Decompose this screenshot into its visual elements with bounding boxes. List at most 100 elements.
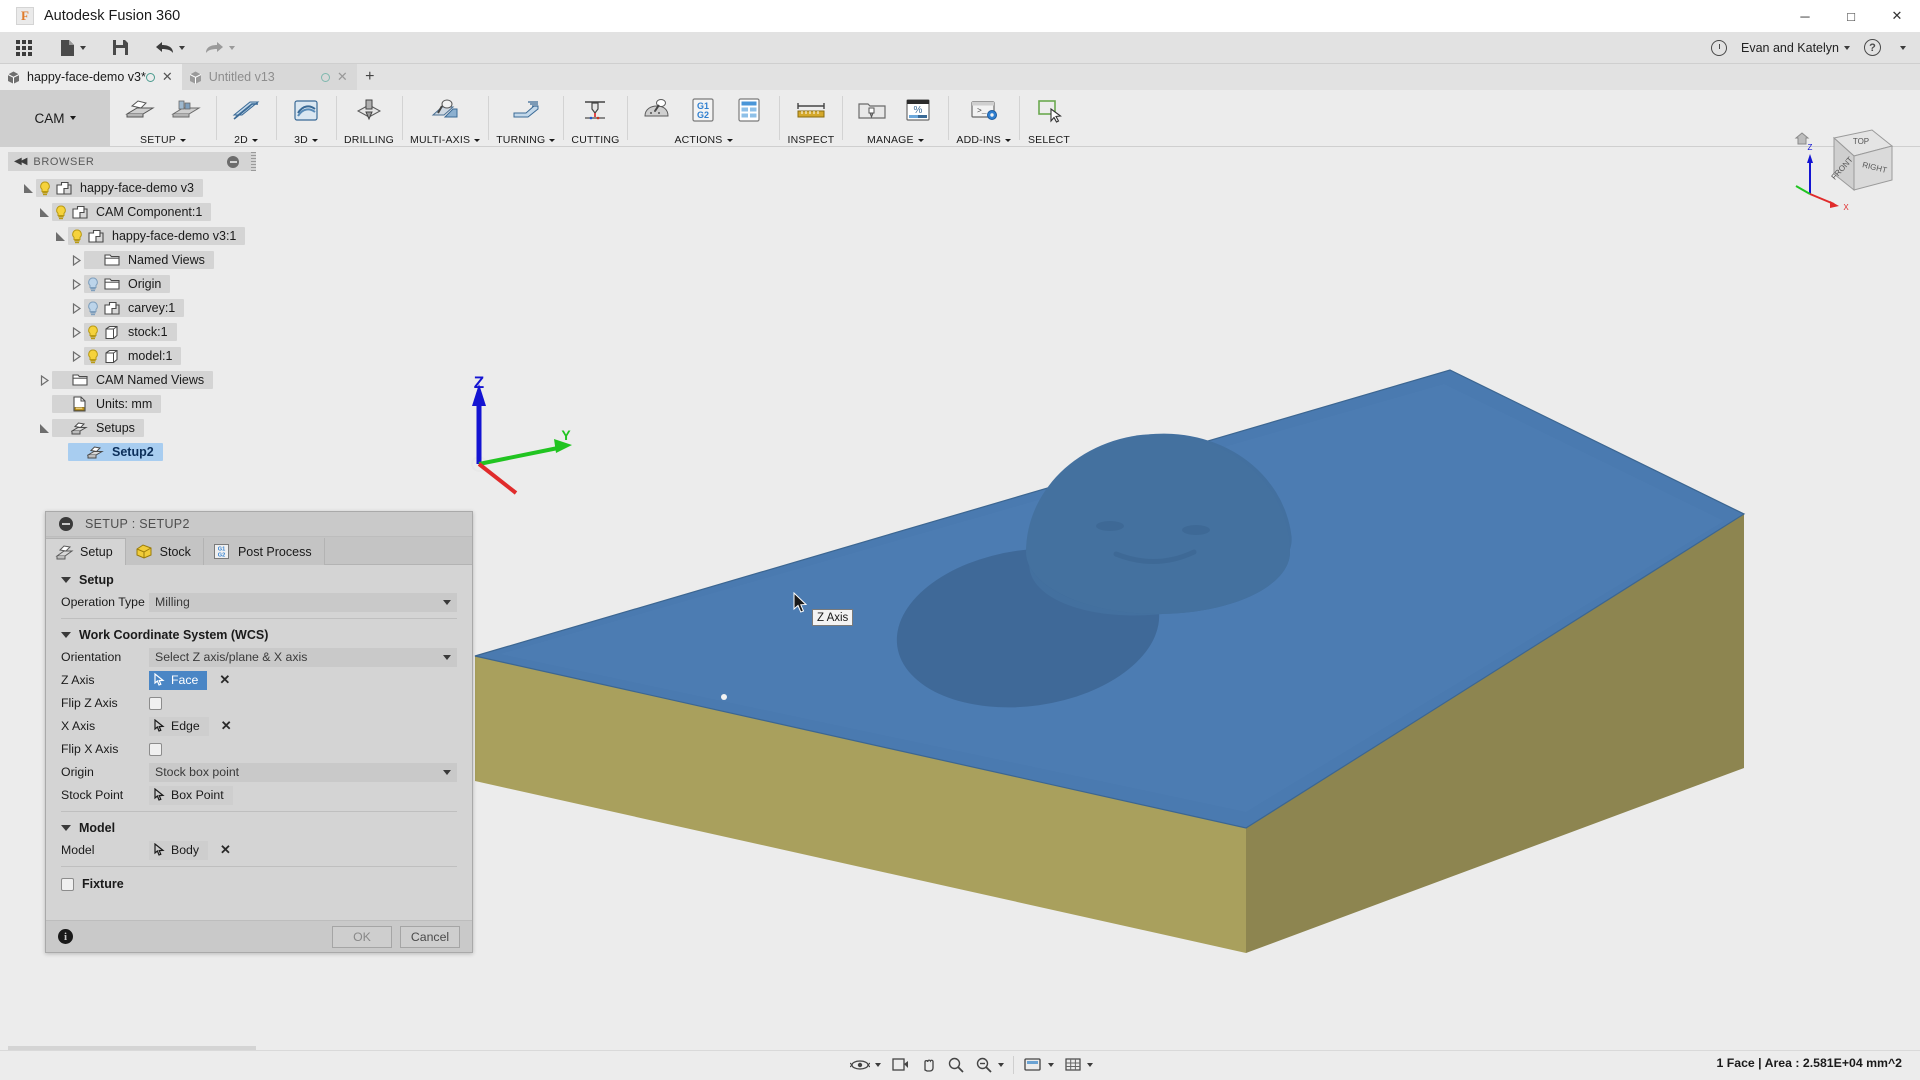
tree-item-units-mm[interactable]: Units: mm xyxy=(8,392,288,416)
ribbon-group-label[interactable]: MANAGE xyxy=(867,134,924,146)
ribbon-group-label[interactable]: MULTI-AXIS xyxy=(410,134,481,146)
toolpath-3d-button[interactable] xyxy=(284,93,328,127)
visibility-bulb-icon[interactable] xyxy=(84,299,102,317)
tree-item-origin[interactable]: Origin xyxy=(8,272,288,296)
tab-stock[interactable]: Stock xyxy=(126,538,204,565)
collapse-left-icon[interactable]: ◀◀ xyxy=(14,156,27,167)
select-orientation[interactable]: Select Z axis/plane & X axis xyxy=(149,647,457,667)
tree-item-named-views[interactable]: Named Views xyxy=(8,248,288,272)
tree-item-cam-named-views[interactable]: CAM Named Views xyxy=(8,368,288,392)
close-icon[interactable]: ✕ xyxy=(337,69,348,85)
tree-item-carvey-1[interactable]: carvey:1 xyxy=(8,296,288,320)
tree-expand-arrow[interactable] xyxy=(36,416,52,440)
tree-item-setup2[interactable]: Setup2 xyxy=(8,440,288,464)
visibility-bulb-icon[interactable] xyxy=(68,227,86,245)
ribbon-group-label[interactable]: CUTTING xyxy=(571,134,619,146)
tool-library-button[interactable] xyxy=(850,93,894,127)
tree-collapse-arrow[interactable] xyxy=(68,296,84,320)
ribbon-group-label[interactable]: DRILLING xyxy=(344,134,394,146)
section-header-wcs[interactable]: Work Coordinate System (WCS) xyxy=(46,624,472,646)
tree-item-happy-face-demo-v3[interactable]: happy-face-demo v3 xyxy=(8,176,288,200)
setup-button[interactable] xyxy=(118,93,162,127)
toolpath-2d-button[interactable] xyxy=(224,93,268,127)
tree-collapse-arrow[interactable] xyxy=(68,248,84,272)
section-header-model[interactable]: Model xyxy=(46,817,472,839)
view-cube[interactable]: TOP FRONT RIGHT Z X xyxy=(1788,120,1898,215)
user-name[interactable]: Evan and Katelyn xyxy=(1741,41,1850,55)
ribbon-group-label[interactable]: 3D xyxy=(294,134,318,146)
app-grid-icon[interactable] xyxy=(10,34,38,62)
undo-icon[interactable] xyxy=(149,34,191,62)
ribbon-group-label[interactable]: SELECT xyxy=(1028,134,1070,146)
tree-collapse-arrow[interactable] xyxy=(68,344,84,368)
tab-setup[interactable]: Setup xyxy=(46,538,126,565)
ribbon-group-label[interactable]: SETUP xyxy=(140,134,186,146)
machining-time-button[interactable]: % xyxy=(896,93,940,127)
minimize-button[interactable]: ─ xyxy=(1782,0,1828,32)
tab-untitled[interactable]: Untitled v13 ✕ xyxy=(181,64,357,90)
pick-button-stock-point[interactable]: Box Point xyxy=(149,785,233,805)
tree-item-happy-face-demo-v3-1[interactable]: happy-face-demo v3:1 xyxy=(8,224,288,248)
close-button[interactable]: ✕ xyxy=(1874,0,1920,32)
ribbon-group-label[interactable]: TURNING xyxy=(496,134,556,146)
checkbox-flip-z-axis[interactable] xyxy=(149,696,162,710)
new-tab-button[interactable]: + xyxy=(357,64,383,90)
close-icon[interactable]: ✕ xyxy=(162,69,173,85)
setup-folder-button[interactable] xyxy=(164,93,208,127)
setup-sheet-button[interactable] xyxy=(727,93,771,127)
orbit-button[interactable] xyxy=(846,1053,885,1077)
simulate-button[interactable] xyxy=(635,93,679,127)
cancel-button[interactable]: Cancel xyxy=(400,925,460,948)
info-icon[interactable]: i xyxy=(58,929,73,944)
fixture-checkbox[interactable] xyxy=(61,877,74,891)
ribbon-group-label[interactable]: ADD-INS xyxy=(956,134,1011,146)
ribbon-group-label[interactable]: INSPECT xyxy=(787,134,834,146)
visibility-bulb-icon[interactable] xyxy=(52,203,70,221)
turning-button[interactable] xyxy=(504,93,548,127)
visibility-bulb-icon[interactable] xyxy=(84,275,102,293)
tree-item-cam-component-1[interactable]: CAM Component:1 xyxy=(8,200,288,224)
grid-snap-button[interactable] xyxy=(1060,1053,1097,1077)
panel-resize-grip[interactable] xyxy=(251,152,256,171)
tree-item-model-1[interactable]: model:1 xyxy=(8,344,288,368)
tree-expand-arrow[interactable] xyxy=(52,224,68,248)
help-question-icon[interactable]: ? xyxy=(1864,39,1881,56)
visibility-bulb-icon[interactable] xyxy=(84,347,102,365)
pick-button-model[interactable]: Body xyxy=(149,840,209,860)
look-at-button[interactable] xyxy=(887,1053,913,1077)
ribbon-group-label[interactable]: 2D xyxy=(234,134,258,146)
section-header-setup[interactable]: Setup xyxy=(46,569,472,591)
workspace-switcher[interactable]: CAM xyxy=(0,90,110,146)
tree-collapse-arrow[interactable] xyxy=(68,320,84,344)
inspect-button[interactable] xyxy=(789,93,833,127)
tree-collapse-arrow[interactable] xyxy=(68,272,84,296)
ribbon-group-label[interactable]: ACTIONS xyxy=(674,134,733,146)
maximize-button[interactable]: □ xyxy=(1828,0,1874,32)
clear-selection-icon[interactable]: ✕ xyxy=(220,842,231,858)
post-process-button[interactable]: G1 G2 xyxy=(681,93,725,127)
clear-selection-icon[interactable]: ✕ xyxy=(219,672,230,688)
multi-axis-button[interactable] xyxy=(423,93,467,127)
visibility-bulb-icon[interactable] xyxy=(84,323,102,341)
tab-post-process[interactable]: G1 G2 Post Process xyxy=(204,538,325,565)
viewport-canvas[interactable]: Z Y xyxy=(288,148,1920,1028)
tree-collapse-arrow[interactable] xyxy=(36,368,52,392)
checkbox-flip-x-axis[interactable] xyxy=(149,742,162,756)
redo-icon[interactable] xyxy=(199,34,241,62)
history-clock-icon[interactable] xyxy=(1711,39,1727,56)
tree-item-stock-1[interactable]: stock:1 xyxy=(8,320,288,344)
panel-options-icon[interactable] xyxy=(227,155,239,168)
pick-button-x-axis[interactable]: Edge xyxy=(149,716,209,736)
select-operation-type[interactable]: Milling xyxy=(149,592,457,612)
tree-item-setups[interactable]: Setups xyxy=(8,416,288,440)
save-icon[interactable] xyxy=(106,34,135,62)
addins-button[interactable]: >_ xyxy=(962,93,1006,127)
pick-button-z-axis[interactable]: Face xyxy=(149,670,208,690)
pan-button[interactable] xyxy=(915,1053,941,1077)
dialog-collapse-icon[interactable] xyxy=(59,517,73,531)
drilling-button[interactable] xyxy=(347,93,391,127)
help-chevron-down-icon[interactable] xyxy=(1900,45,1906,50)
clear-selection-icon[interactable]: ✕ xyxy=(221,718,232,734)
display-settings-button[interactable] xyxy=(1019,1053,1058,1077)
cutting-button[interactable] xyxy=(573,93,617,127)
